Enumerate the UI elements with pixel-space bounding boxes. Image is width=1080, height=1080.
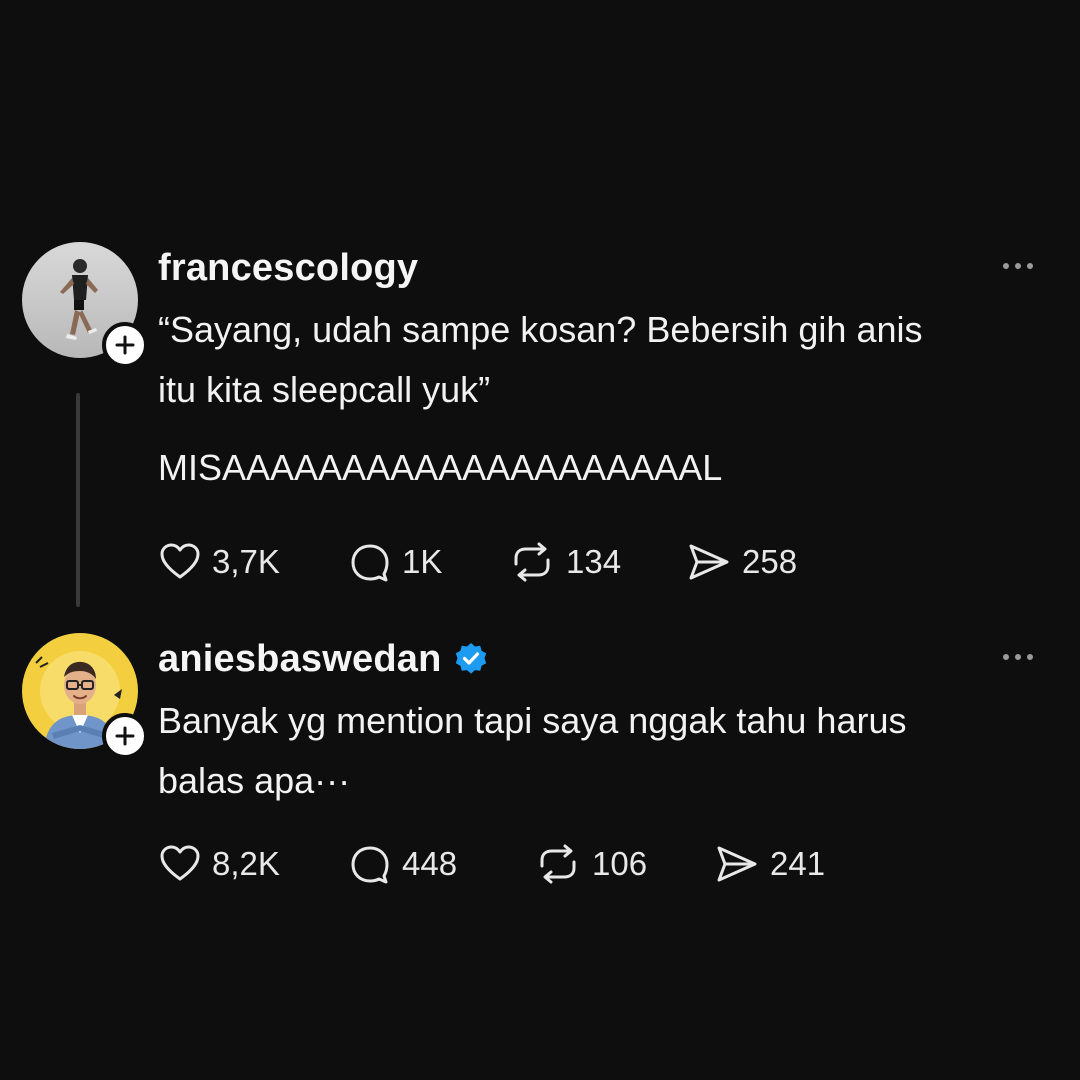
repost-button[interactable]: 134 — [508, 538, 621, 586]
heart-icon — [160, 543, 200, 579]
verified-badge-icon — [455, 643, 486, 674]
follow-button[interactable] — [102, 713, 148, 759]
share-count: 258 — [742, 543, 798, 580]
like-count: 8,2K — [212, 845, 280, 882]
reply-button[interactable]: 448 — [348, 840, 457, 888]
more-dots-icon[interactable] — [1000, 254, 1036, 278]
paper-plane-icon — [689, 544, 729, 580]
post-text-second: MISAAAAAAAAAAAAAAAAAAAAL — [158, 447, 723, 488]
action-bar: 3,7K 1K 134 258 — [158, 538, 1038, 586]
post-text: Banyak yg mention tapi saya nggak tahu h… — [158, 700, 907, 801]
repost-arrows-icon — [514, 542, 550, 582]
reply-button[interactable]: 1K — [348, 538, 442, 586]
repost-arrows-icon — [540, 844, 576, 884]
repost-count: 134 — [566, 543, 622, 580]
like-count: 3,7K — [212, 543, 280, 580]
heart-icon — [160, 845, 200, 881]
paper-plane-icon — [717, 846, 757, 882]
share-count: 241 — [770, 845, 826, 882]
follow-button[interactable] — [102, 322, 148, 368]
reply-count: 448 — [402, 845, 458, 882]
avatar-container[interactable] — [22, 242, 148, 368]
threads-screenshot: francescology “Sayang, udah sampe kosan?… — [0, 0, 1080, 1080]
plus-icon — [115, 726, 135, 746]
thread-connector-line — [76, 393, 80, 607]
speech-bubble-icon — [351, 544, 389, 582]
avatar-container[interactable] — [22, 633, 148, 759]
like-button[interactable]: 8,2K — [158, 840, 280, 888]
username-row: francescology — [158, 244, 418, 292]
reply-count: 1K — [402, 543, 443, 580]
action-bar: 8,2K 448 106 241 — [158, 840, 1038, 888]
speech-bubble-icon — [351, 846, 389, 884]
username-row: aniesbaswedan — [158, 635, 488, 683]
repost-count: 106 — [592, 845, 648, 882]
username[interactable]: aniesbaswedan — [158, 638, 442, 681]
more-dots-icon[interactable] — [1000, 645, 1036, 669]
share-button[interactable]: 241 — [714, 840, 825, 888]
like-button[interactable]: 3,7K — [158, 538, 280, 586]
username[interactable]: francescology — [158, 247, 418, 290]
repost-button[interactable]: 106 — [534, 840, 647, 888]
plus-icon — [115, 335, 135, 355]
post-text: “Sayang, udah sampe kosan? Bebersih gih … — [158, 309, 923, 410]
share-button[interactable]: 258 — [686, 538, 797, 586]
